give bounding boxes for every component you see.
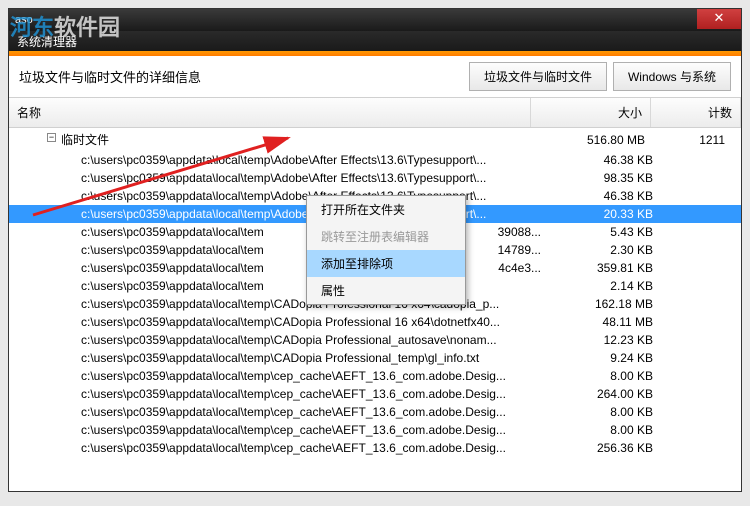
windows-system-button[interactable]: Windows 与系统 (613, 62, 731, 91)
file-path: c:\users\pc0359\appdata\local\temp\Adobe… (81, 171, 547, 185)
file-size: 12.23 KB (547, 333, 667, 347)
table-header: 名称 大小 计数 (9, 98, 741, 128)
file-path: c:\users\pc0359\appdata\local\temp\CADop… (81, 351, 547, 365)
col-size[interactable]: 大小 (531, 98, 651, 127)
menu-open-folder[interactable]: 打开所在文件夹 (307, 196, 465, 223)
file-size: 46.38 KB (547, 189, 667, 203)
file-path: c:\users\pc0359\appdata\local\temp\CADop… (81, 315, 547, 329)
file-path: c:\users\pc0359\appdata\local\temp\cep_c… (81, 405, 547, 419)
table-row[interactable]: c:\users\pc0359\appdata\local\temp\cep_c… (9, 439, 741, 457)
file-size: 48.11 MB (547, 315, 667, 329)
app-name: aso (15, 14, 33, 26)
table-row[interactable]: c:\users\pc0359\appdata\local\temp\cep_c… (9, 403, 741, 421)
group-size: 516.80 MB (539, 133, 659, 147)
file-path: c:\users\pc0359\appdata\local\temp\Adobe… (81, 153, 547, 167)
file-size: 98.35 KB (547, 171, 667, 185)
table-row[interactable]: c:\users\pc0359\appdata\local\temp\Adobe… (9, 151, 741, 169)
file-size: 2.30 KB (547, 243, 667, 257)
subtitle-text: 系统清理器 (17, 33, 77, 50)
group-row-tempfiles[interactable]: − 临时文件 516.80 MB 1211 (9, 128, 741, 151)
table-row[interactable]: c:\users\pc0359\appdata\local\temp\CADop… (9, 349, 741, 367)
file-size: 162.18 MB (547, 297, 667, 311)
titlebar[interactable]: aso ✕ (9, 9, 741, 31)
detail-label: 垃圾文件与临时文件的详细信息 (19, 67, 463, 86)
col-count[interactable]: 计数 (651, 98, 741, 127)
file-path: c:\users\pc0359\appdata\local\temp\CADop… (81, 333, 547, 347)
menu-jump-regedit: 跳转至注册表编辑器 (307, 223, 465, 250)
file-path: c:\users\pc0359\appdata\local\temp\cep_c… (81, 387, 547, 401)
table-row[interactable]: c:\users\pc0359\appdata\local\temp\cep_c… (9, 421, 741, 439)
header-row: 垃圾文件与临时文件的详细信息 垃圾文件与临时文件 Windows 与系统 (9, 56, 741, 98)
file-path: c:\users\pc0359\appdata\local\temp\cep_c… (81, 423, 547, 437)
file-size: 264.00 KB (547, 387, 667, 401)
group-count: 1211 (659, 133, 733, 147)
file-size: 5.43 KB (547, 225, 667, 239)
file-size: 256.36 KB (547, 441, 667, 455)
table-row[interactable]: c:\users\pc0359\appdata\local\temp\CADop… (9, 331, 741, 349)
tree-collapse-icon[interactable]: − (47, 133, 56, 142)
file-size: 9.24 KB (547, 351, 667, 365)
file-size: 8.00 KB (547, 423, 667, 437)
context-menu: 打开所在文件夹 跳转至注册表编辑器 添加至排除项 属性 (306, 195, 466, 305)
menu-properties[interactable]: 属性 (307, 277, 465, 304)
file-size: 20.33 KB (547, 207, 667, 221)
group-label: 临时文件 (61, 131, 539, 148)
col-name[interactable]: 名称 (9, 98, 531, 127)
menu-add-exclude[interactable]: 添加至排除项 (307, 250, 465, 277)
file-size: 46.38 KB (547, 153, 667, 167)
file-size: 359.81 KB (547, 261, 667, 275)
file-size: 8.00 KB (547, 405, 667, 419)
table-row[interactable]: c:\users\pc0359\appdata\local\temp\cep_c… (9, 367, 741, 385)
table-row[interactable]: c:\users\pc0359\appdata\local\temp\Adobe… (9, 169, 741, 187)
close-button[interactable]: ✕ (697, 9, 741, 29)
file-size: 8.00 KB (547, 369, 667, 383)
table-body[interactable]: − 临时文件 516.80 MB 1211 c:\users\pc0359\ap… (9, 128, 741, 506)
junk-files-button[interactable]: 垃圾文件与临时文件 (469, 62, 607, 91)
file-size: 2.14 KB (547, 279, 667, 293)
window-subtitle: 系统清理器 (9, 31, 741, 51)
file-path: c:\users\pc0359\appdata\local\temp\cep_c… (81, 369, 547, 383)
table-row[interactable]: c:\users\pc0359\appdata\local\temp\cep_c… (9, 385, 741, 403)
table-row[interactable]: c:\users\pc0359\appdata\local\temp\CADop… (9, 313, 741, 331)
file-path: c:\users\pc0359\appdata\local\temp\cep_c… (81, 441, 547, 455)
